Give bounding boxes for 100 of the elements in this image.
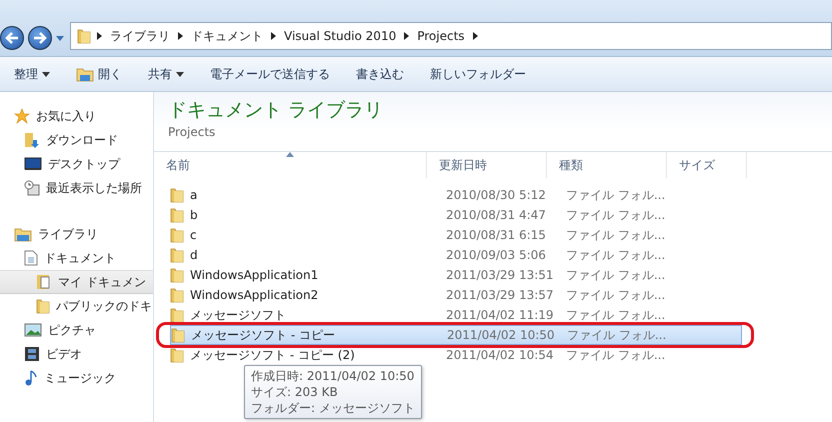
folder-icon	[170, 347, 184, 363]
breadcrumb-arrow-icon[interactable]	[472, 32, 478, 40]
breadcrumb[interactable]: Projects	[415, 29, 467, 43]
column-header[interactable]: 種類	[547, 152, 667, 178]
document-icon	[24, 250, 38, 266]
sidebar-heading[interactable]: ライブラリ	[0, 222, 153, 246]
file-type: ファイル フォル...	[565, 226, 666, 244]
file-type: ファイル フォル...	[565, 286, 666, 304]
file-row[interactable]: メッセージソフト - コピー 2011/04/02 10:50 ファイル フォル...	[170, 325, 742, 345]
sidebar-item[interactable]: パブリックのドキ	[0, 294, 153, 318]
breadcrumb-arrow-icon[interactable]	[271, 32, 276, 40]
document-folder-icon	[36, 274, 52, 290]
caret-icon	[176, 72, 184, 76]
folder-icon	[36, 298, 50, 314]
history-dropdown-icon[interactable]	[56, 36, 64, 41]
breadcrumb[interactable]: Visual Studio 2010	[282, 29, 398, 43]
breadcrumb-arrow-icon[interactable]	[97, 32, 102, 40]
column-header[interactable]: 名前	[154, 152, 427, 178]
toolbar-button[interactable]: 共有	[148, 66, 184, 82]
breadcrumb[interactable]: ライブラリ	[108, 28, 172, 44]
star-icon	[14, 108, 30, 124]
folder-icon	[170, 287, 184, 303]
folder-icon	[170, 247, 184, 263]
folder-icon	[170, 307, 184, 323]
file-name: メッセージソフト	[190, 306, 286, 324]
file-name: メッセージソフト - コピー	[191, 326, 335, 344]
file-row[interactable]: d 2010/09/03 5:06 ファイル フォル...	[170, 245, 742, 265]
sidebar-item[interactable]: ドキュメント	[0, 246, 153, 270]
file-type: ファイル フォル...	[565, 206, 666, 224]
file-row[interactable]: メッセージソフト - コピー (2) 2011/04/02 10:54 ファイル フォル...	[170, 345, 742, 365]
modified-date: 2010/08/31 4:47	[445, 208, 547, 222]
file-type: ファイル フォル...	[565, 246, 666, 264]
file-type: ファイル フォル...	[565, 346, 666, 364]
recent-places-icon	[24, 180, 40, 196]
modified-date: 2011/03/29 13:51	[445, 268, 555, 282]
file-name: a	[190, 188, 198, 202]
folder-icon	[170, 207, 184, 223]
folder-icon	[170, 187, 184, 203]
folder-icon	[171, 327, 185, 343]
file-name: WindowsApplication1	[190, 268, 318, 282]
modified-date: 2010/09/03 5:06	[445, 248, 547, 262]
sidebar-item[interactable]: ビデオ	[0, 342, 153, 366]
file-type: ファイル フォル...	[565, 306, 666, 324]
file-name: d	[190, 248, 198, 262]
toolbar-button[interactable]: 整理	[14, 66, 50, 82]
tooltip-line: 作成日時: 2011/04/02 10:50	[251, 368, 415, 384]
sort-arrow-icon	[286, 152, 294, 157]
sidebar-item[interactable]: ミュージック	[0, 366, 153, 390]
download-folder-icon	[24, 132, 40, 148]
column-header[interactable]: 更新日時	[427, 152, 547, 178]
breadcrumb[interactable]: ドキュメント	[189, 28, 265, 44]
modified-date: 2011/04/02 11:19	[445, 308, 555, 322]
tooltip-line: フォルダー: メッセージソフト	[251, 400, 415, 416]
file-row[interactable]: WindowsApplication2 2011/03/29 13:57 ファイル フォル...	[170, 285, 742, 305]
open-folder-icon	[76, 66, 94, 82]
picture-icon	[24, 323, 42, 337]
file-name: c	[190, 228, 197, 242]
file-name: b	[190, 208, 198, 222]
modified-date: 2010/08/30 5:12	[445, 188, 547, 202]
column-header[interactable]: サイズ	[667, 152, 747, 178]
forward-button[interactable]	[28, 26, 52, 50]
file-row[interactable]: c 2010/08/31 6:15 ファイル フォル...	[170, 225, 742, 245]
toolbar-button[interactable]: 開く	[76, 66, 122, 82]
toolbar-button[interactable]: 書き込む	[356, 66, 404, 82]
folder-icon	[77, 28, 91, 44]
sidebar-item[interactable]: 最近表示した場所	[0, 176, 153, 200]
file-name: WindowsApplication2	[190, 288, 318, 302]
back-arrow-icon	[5, 32, 19, 44]
address-bar[interactable]: ライブラリ ドキュメント Visual Studio 2010 Projects	[70, 22, 832, 50]
file-row[interactable]: a 2010/08/30 5:12 ファイル フォル...	[170, 185, 742, 205]
file-type: ファイル フォル...	[565, 266, 666, 284]
modified-date: 2010/08/31 6:15	[445, 228, 547, 242]
back-button[interactable]	[0, 26, 24, 50]
modified-date: 2011/03/29 13:57	[445, 288, 555, 302]
toolbar-button[interactable]: 電子メールで送信する	[210, 66, 330, 82]
file-name: メッセージソフト - コピー (2)	[190, 346, 355, 364]
music-note-icon	[24, 370, 38, 386]
breadcrumb-arrow-icon[interactable]	[178, 32, 183, 40]
desktop-icon	[24, 157, 42, 171]
sidebar-item[interactable]: デスクトップ	[0, 152, 153, 176]
modified-date: 2011/04/02 10:50	[446, 328, 556, 342]
forward-arrow-icon	[33, 32, 47, 44]
sidebar-heading[interactable]: お気に入り	[0, 104, 153, 128]
toolbar-button[interactable]: 新しいフォルダー	[430, 66, 526, 82]
folder-icon	[170, 227, 184, 243]
file-row[interactable]: WindowsApplication1 2011/03/29 13:51 ファイル フォル...	[170, 265, 742, 285]
sidebar-item[interactable]: マイ ドキュメン	[0, 270, 153, 294]
file-type: ファイル フォル...	[565, 186, 666, 204]
file-row[interactable]: メッセージソフト 2011/04/02 11:19 ファイル フォル...	[170, 305, 742, 325]
tooltip-line: サイズ: 203 KB	[251, 384, 339, 400]
file-type: ファイル フォル...	[566, 326, 668, 344]
caret-icon	[42, 72, 50, 76]
sidebar-item[interactable]: ダウンロード	[0, 128, 153, 152]
library-subtitle: Projects	[167, 124, 216, 139]
breadcrumb-arrow-icon[interactable]	[404, 32, 410, 40]
library-folder-icon	[14, 226, 32, 242]
library-title: ドキュメント ライブラリ	[167, 98, 384, 123]
file-row[interactable]: b 2010/08/31 4:47 ファイル フォル...	[170, 205, 742, 225]
folder-icon	[170, 267, 184, 283]
sidebar-item[interactable]: ピクチャ	[0, 318, 153, 342]
